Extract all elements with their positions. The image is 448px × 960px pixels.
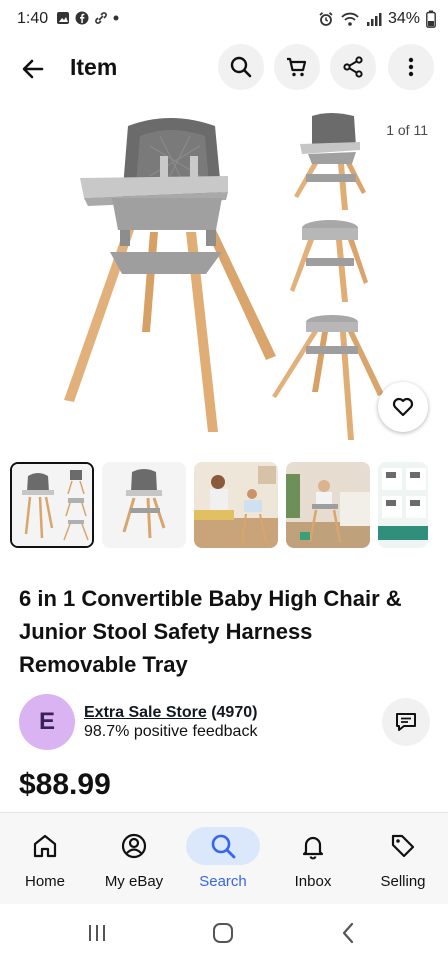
heart-icon <box>392 397 414 417</box>
nav-my-ebay-label: My eBay <box>104 873 164 890</box>
status-bar: 1:40 34% <box>0 0 448 40</box>
seller-feedback-count: (4970) <box>211 704 258 721</box>
back-arrow-icon[interactable] <box>18 54 48 84</box>
more-options-button[interactable] <box>388 44 434 90</box>
nav-my-ebay[interactable]: My eBay <box>89 813 179 905</box>
kebab-menu-icon <box>408 57 414 77</box>
recent-apps-icon[interactable] <box>82 918 112 948</box>
home-system-icon[interactable] <box>208 918 238 948</box>
seller-name-link[interactable]: Extra Sale Store <box>84 704 207 721</box>
bell-icon <box>302 836 324 860</box>
message-icon <box>396 713 416 731</box>
nav-search[interactable]: Search <box>178 813 268 905</box>
back-system-icon[interactable] <box>334 918 364 948</box>
junior-stool-illustration <box>272 315 384 440</box>
tag-icon <box>391 834 415 858</box>
cart-button[interactable] <box>274 44 320 90</box>
thumbnail-3[interactable] <box>194 462 278 548</box>
gallery-notification-icon <box>57 12 69 24</box>
battery-percent: 34% <box>387 10 420 27</box>
nav-home[interactable]: Home <box>0 813 90 905</box>
share-button[interactable] <box>330 44 376 90</box>
high-chair-small-illustration <box>294 113 366 210</box>
nav-search-label: Search <box>199 873 247 890</box>
seller-info: Extra Sale Store (4970) <box>84 704 257 722</box>
signal-icon <box>366 13 382 26</box>
notification-icons <box>56 11 119 25</box>
product-title: 6 in 1 Convertible Baby High Chair & Jun… <box>19 586 402 677</box>
facebook-notification-icon <box>75 11 89 25</box>
android-nav-bar <box>0 904 448 960</box>
contact-seller-button[interactable] <box>382 698 430 746</box>
search-button[interactable] <box>218 44 264 90</box>
battery-icon <box>426 10 436 28</box>
link-notification-icon <box>95 12 107 24</box>
alarm-icon <box>319 12 333 26</box>
search-icon <box>230 56 252 78</box>
image-counter: 1 of 11 <box>386 122 428 138</box>
watch-button[interactable] <box>378 382 428 432</box>
high-chair-illustration <box>64 118 276 432</box>
thumbnail-1[interactable] <box>10 462 94 548</box>
wifi-icon <box>341 12 359 26</box>
user-icon <box>121 833 147 859</box>
nav-inbox[interactable]: Inbox <box>268 813 358 905</box>
seller-positive-feedback: 98.7% positive feedback <box>84 723 258 740</box>
share-icon <box>343 56 363 78</box>
thumbnail-4[interactable] <box>286 462 370 548</box>
item-price: $88.99 <box>19 768 111 801</box>
cart-icon <box>287 57 307 77</box>
seller-avatar[interactable]: E <box>19 694 75 750</box>
thumbnail-2[interactable] <box>102 462 186 548</box>
status-time: 1:40 <box>17 10 49 27</box>
more-notifications-dot <box>113 15 119 21</box>
thumbnail-strip <box>10 462 428 548</box>
stool-illustration <box>290 220 368 302</box>
nav-selling[interactable]: Selling <box>358 813 448 905</box>
bottom-nav: Home My eBay Search Inbox Selling <box>0 812 448 904</box>
thumbnail-5[interactable] <box>378 462 428 548</box>
nav-inbox-label: Inbox <box>294 873 332 890</box>
search-icon <box>211 834 236 859</box>
status-right: 34% <box>318 10 436 28</box>
home-icon <box>33 834 57 858</box>
nav-selling-label: Selling <box>380 873 426 890</box>
nav-home-label: Home <box>24 873 65 890</box>
app-header: Item <box>0 44 448 92</box>
page-title: Item <box>70 54 118 80</box>
